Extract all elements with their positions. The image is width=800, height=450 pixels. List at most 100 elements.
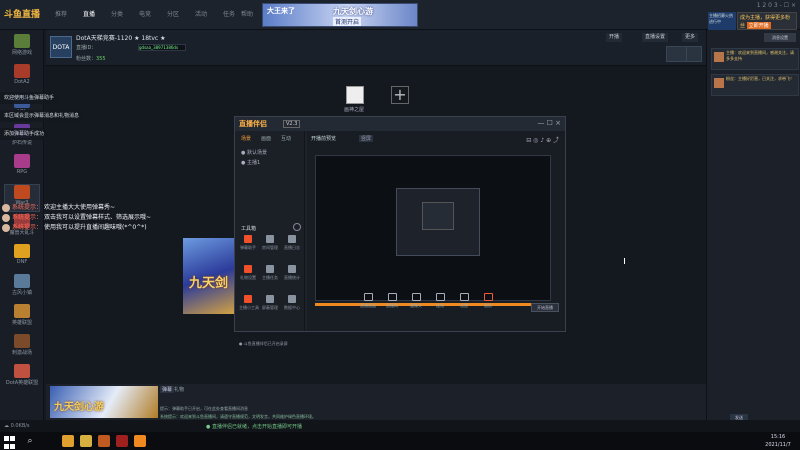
portrait-tab[interactable]: 竖屏 xyxy=(359,135,374,142)
live-toggle-button[interactable]: 开播 xyxy=(606,33,623,42)
clock-date: 2021/11/7 xyxy=(765,442,791,448)
helper-tab-scene[interactable]: 场景 xyxy=(241,135,251,142)
bottom-message: 提示：弹幕助手已开启，可在此处查看直播间消息 xyxy=(160,406,248,411)
toolbox-item[interactable]: 直播统计 xyxy=(283,265,301,285)
toolbox-item[interactable]: 数据中心 xyxy=(283,295,301,315)
scene-row[interactable]: ● 主播1 xyxy=(241,159,260,166)
message-card[interactable]: 主播：欢迎来到直播间，感谢关注，请多多支持 xyxy=(711,48,799,70)
toolbox-item[interactable]: 礼物设置 xyxy=(239,265,257,285)
vip-promo[interactable]: 成为主播，获得更多粉丝 立即开播 xyxy=(737,12,797,30)
window-controls[interactable]: 1 2 0 3 - ☐ × xyxy=(690,2,796,12)
helper-tool-button[interactable]: 摄像头 xyxy=(405,293,427,313)
gift-tab[interactable]: 礼物 xyxy=(174,386,184,393)
sidebar-item[interactable]: DotA英雄联盟 xyxy=(4,364,40,392)
helper-tool-button[interactable]: 直播间 xyxy=(381,293,403,313)
recruit-ad[interactable]: 主播招募火热进行中 xyxy=(708,12,736,30)
preview-toolbar-icons[interactable]: ⊟ ◎ ♪ ⊕ ⤴ xyxy=(503,135,559,144)
tool-label: 设置 xyxy=(460,303,468,308)
room-avatar[interactable]: DOTA xyxy=(50,36,72,58)
helper-tab-interact[interactable]: 互动 xyxy=(281,135,291,142)
sidebar-item[interactable]: 古风小镇 xyxy=(4,274,40,302)
dota-icon[interactable] xyxy=(116,435,128,447)
tool-label: 摄像头 xyxy=(410,303,422,308)
toolbox-item[interactable]: 主播任务 xyxy=(261,265,279,285)
fans-label: 粉丝数： xyxy=(76,56,97,62)
windows-start-icon[interactable] xyxy=(4,435,16,449)
tool-icon xyxy=(363,293,373,301)
status-message: ● 直播伴侣已就绪，点击开始直播即可开播 xyxy=(206,424,302,430)
douyu-icon[interactable] xyxy=(134,435,146,447)
top-banner-ad[interactable]: 大王来了 九天剑心游 首测开启 xyxy=(262,3,418,27)
nav-tab[interactable]: 推荐 xyxy=(48,8,74,22)
toolbox-item[interactable]: 房间管理 xyxy=(261,235,279,255)
chat-line: 系统提示： 欢迎主播大大使用弹幕秀~ xyxy=(2,202,115,212)
tool-icon xyxy=(244,295,252,303)
message-settings-button[interactable]: 消息设置 xyxy=(764,33,796,42)
sidebar-item[interactable]: RPG xyxy=(4,154,40,182)
helper-bottom-toolbar: 直播画面 直播间 摄像头 连线 设置 画质 xyxy=(307,293,565,315)
sidebar-item[interactable]: 刺激战场 xyxy=(4,334,40,362)
nav-tab[interactable]: 分类 xyxy=(104,8,130,22)
game-icon xyxy=(14,244,30,258)
scene-row[interactable]: ● 默认场景 xyxy=(241,149,267,156)
helper-footer: ● 斗鱼直播伴侣已开启录屏 xyxy=(239,341,288,346)
chrome-icon[interactable] xyxy=(62,435,74,447)
search-icon[interactable]: ⌕ xyxy=(24,435,36,447)
sidebar-item[interactable]: 英雄联盟 xyxy=(4,304,40,332)
helper-logo: 直播伴侣 xyxy=(239,120,267,128)
source-label: 画神之屋 xyxy=(344,107,365,113)
room-id-input[interactable]: gdsaa_38971386ds xyxy=(138,44,186,51)
helper-tool-button[interactable]: 设置 xyxy=(453,293,475,313)
toolbox-settings-icon[interactable] xyxy=(293,223,301,231)
tool-icon[interactable] xyxy=(686,46,702,62)
chat-line: 系统提示： 使用我可以提升直播间趣味哦(*^0^*) xyxy=(2,222,147,232)
game-icon xyxy=(14,334,30,348)
app-icon[interactable] xyxy=(98,435,110,447)
add-source-button[interactable]: + xyxy=(391,86,409,104)
sidebar-item[interactable]: DNF xyxy=(4,244,40,272)
game-icon xyxy=(14,304,30,318)
windows-taskbar: ⌕ 15:16 2021/11/7 xyxy=(0,432,800,450)
nav-tab[interactable]: 分区 xyxy=(160,8,186,22)
tool-label: 主播小工具 xyxy=(239,305,259,310)
helper-tool-button[interactable]: 画质 xyxy=(477,293,499,313)
sidebar-item-label: 古风小镇 xyxy=(11,290,32,296)
sidebar-item[interactable]: 网络游戏 xyxy=(4,34,40,62)
nav-tab[interactable]: 活动 xyxy=(188,8,214,22)
helper-tool-button[interactable]: 连线 xyxy=(429,293,451,313)
preview-tab[interactable]: 开播前预览 xyxy=(311,135,336,142)
nav-tab[interactable]: 电竞 xyxy=(132,8,158,22)
toolbox-grid: 弹幕助手 房间管理 直播日志礼物设置 主播任务 直播统计主播小工具 屏蔽管理 数据中心 xyxy=(235,235,305,331)
tool-label: 房间管理 xyxy=(262,245,278,250)
toolbox-item[interactable]: 屏蔽管理 xyxy=(261,295,279,315)
live-settings-button[interactable]: 直播设置 xyxy=(642,33,669,42)
start-live-button[interactable]: 立即开播 xyxy=(746,22,771,29)
source-thumbnail[interactable] xyxy=(346,86,364,104)
nav-tab[interactable]: 帮助 xyxy=(234,8,260,22)
tool-icon xyxy=(411,293,421,301)
clock[interactable]: 15:16 2021/11/7 xyxy=(760,433,796,449)
helper-tab-screen[interactable]: 画面 xyxy=(261,135,271,142)
danmu-tab[interactable]: 弹幕 xyxy=(160,386,175,393)
notification: 添加弹幕助手成功 xyxy=(0,128,49,140)
chat-line: 系统提示： 双击我可以设置弹幕样式、筛选展示哦~ xyxy=(2,212,151,222)
folder-icon[interactable] xyxy=(80,435,92,447)
sidebar-item-label: 炉石传说 xyxy=(11,140,32,146)
helper-tool-button[interactable]: 直播画面 xyxy=(357,293,379,313)
toolbox-item[interactable]: 弹幕助手 xyxy=(239,235,257,255)
message-card[interactable]: 粉丝：主播好厉害，已关注，求带飞！ xyxy=(711,74,799,96)
helper-titlebar: 直播伴侣 V2.3 — ☐ × xyxy=(235,117,565,131)
user-avatar xyxy=(2,223,10,232)
sidebar-item[interactable]: DotA2 xyxy=(4,64,40,92)
more-button[interactable]: 更多 xyxy=(682,33,699,42)
sidebar-item-label: 英雄联盟 xyxy=(11,320,32,326)
toolbox-item[interactable]: 直播日志 xyxy=(283,235,301,255)
toolbox-item[interactable]: 主播小工具 xyxy=(239,295,259,315)
helper-window-controls[interactable]: — ☐ × xyxy=(527,119,561,127)
start-live-button[interactable]: 开始直播 xyxy=(531,303,559,312)
nav-tab-active[interactable]: 直播 xyxy=(76,8,102,22)
toolbox-title: 工具箱 xyxy=(241,226,257,232)
game-icon xyxy=(14,185,30,199)
sidebar-item-label: RPG xyxy=(16,169,28,175)
user-avatar xyxy=(2,203,10,212)
